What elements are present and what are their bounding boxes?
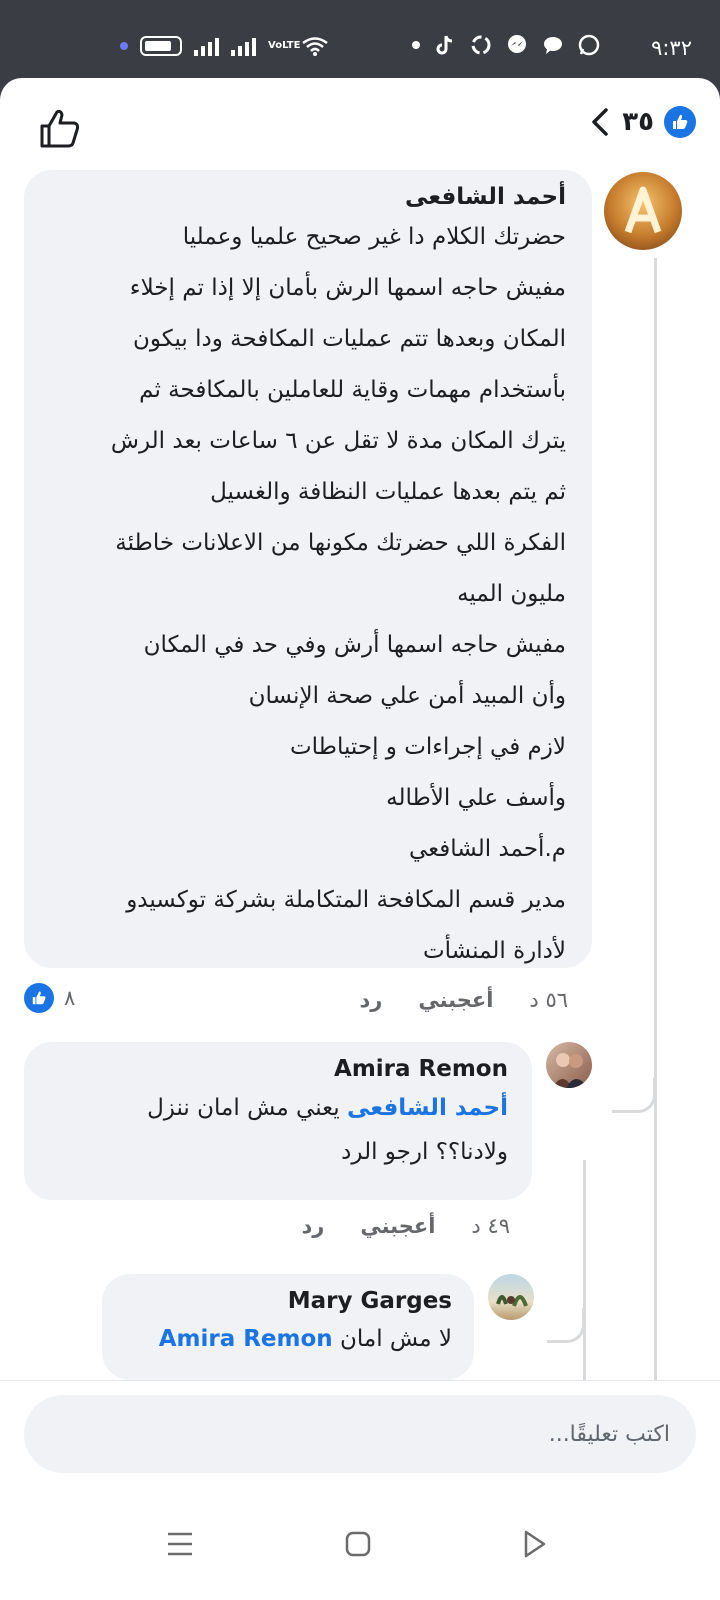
comment-author[interactable]: أحمد الشافعى [44, 184, 566, 210]
reply-button[interactable]: رد [359, 988, 382, 1012]
status-bar: VoLTE ٩:٣٢ [0, 0, 720, 78]
wifi-icon [302, 37, 328, 56]
avatar-mary[interactable] [488, 1274, 534, 1320]
comment-actions-ahmed: ٥٦ د أعجبني رد [359, 988, 568, 1012]
mention-link[interactable]: Amira Remon [159, 1326, 333, 1352]
comment-text: لا مش امان Amira Remon [120, 1320, 452, 1358]
comments-sheet: ٣٥ أحمد الشافعى حضرتك الكلام دا غير صحيح… [0, 78, 720, 1600]
thread-curve-1 [612, 1078, 656, 1113]
home-icon[interactable] [338, 1524, 378, 1564]
notification-icons [412, 34, 600, 56]
sync-icon [471, 35, 491, 55]
volte-label: VoLTE [268, 40, 301, 51]
reactions-summary[interactable]: ٣٥ [588, 106, 696, 138]
comment-bubble-amira[interactable]: Amira Remon أحمد الشافعى يعني مش امان نن… [24, 1042, 532, 1200]
system-nav-bar [0, 1488, 720, 1600]
comment-actions-amira: ٤٩ د أعجبني رد [301, 1214, 510, 1238]
thread-line-2 [583, 1160, 586, 1380]
back-icon[interactable] [514, 1524, 554, 1564]
battery-icon [140, 36, 182, 56]
recent-apps-icon[interactable] [160, 1524, 200, 1564]
avatar-amira[interactable] [546, 1042, 592, 1088]
whatsapp-icon [578, 34, 600, 56]
comments-header: ٣٥ [0, 78, 720, 168]
like-outline-icon[interactable] [38, 106, 82, 150]
chevron-left-icon[interactable] [588, 106, 612, 138]
chat-icon [544, 37, 562, 54]
like-reaction-icon [664, 106, 696, 138]
signal-bars-icon [194, 36, 219, 56]
like-reaction-icon [24, 983, 54, 1013]
thread-curve-2 [547, 1308, 585, 1343]
like-count: ٨ [64, 986, 76, 1010]
comment-composer: اكتب تعليقًا... [0, 1380, 720, 1488]
status-time: ٩:٣٢ [651, 36, 692, 60]
signal-bars-2-icon [231, 36, 256, 56]
comment-text-body: لا مش امان [332, 1326, 452, 1352]
comment-text: حضرتك الكلام دا غير صحيح علميا وعمليا مف… [110, 224, 566, 964]
like-button[interactable]: أعجبني [360, 1214, 435, 1238]
comment-author[interactable]: Amira Remon [44, 1056, 508, 1082]
reaction-count: ٣٥ [622, 107, 654, 137]
comment-bubble-mary[interactable]: Mary Garges لا مش امان Amira Remon [102, 1274, 474, 1380]
mention-link[interactable]: أحمد الشافعى [347, 1095, 508, 1121]
tiktok-icon [436, 35, 453, 55]
notification-dot-icon [412, 41, 420, 49]
like-button[interactable]: أعجبني [418, 988, 493, 1012]
comment-text-line2: ولادنا؟؟ ارجو الرد [341, 1139, 508, 1165]
status-left-icons: VoLTE [120, 36, 328, 56]
avatar-ahmed[interactable] [604, 172, 682, 250]
reply-button[interactable]: رد [301, 1214, 324, 1238]
comment-time: ٤٩ د [471, 1214, 510, 1238]
comment-bubble-ahmed[interactable]: أحمد الشافعى حضرتك الكلام دا غير صحيح عل… [24, 170, 592, 968]
comment-text-line1: يعني مش امان ننزل [147, 1095, 347, 1121]
thread-line-1 [654, 258, 657, 1380]
comment-author[interactable]: Mary Garges [120, 1288, 452, 1314]
comment-input[interactable]: اكتب تعليقًا... [24, 1395, 696, 1473]
signal-dot-icon [120, 42, 128, 50]
comment-like-count[interactable]: ٨ [24, 983, 75, 1013]
messenger-icon [508, 35, 526, 53]
comment-text: أحمد الشافعى يعني مش امان ننزل ولادنا؟؟ ا… [44, 1086, 508, 1174]
comment-time: ٥٦ د [529, 988, 568, 1012]
